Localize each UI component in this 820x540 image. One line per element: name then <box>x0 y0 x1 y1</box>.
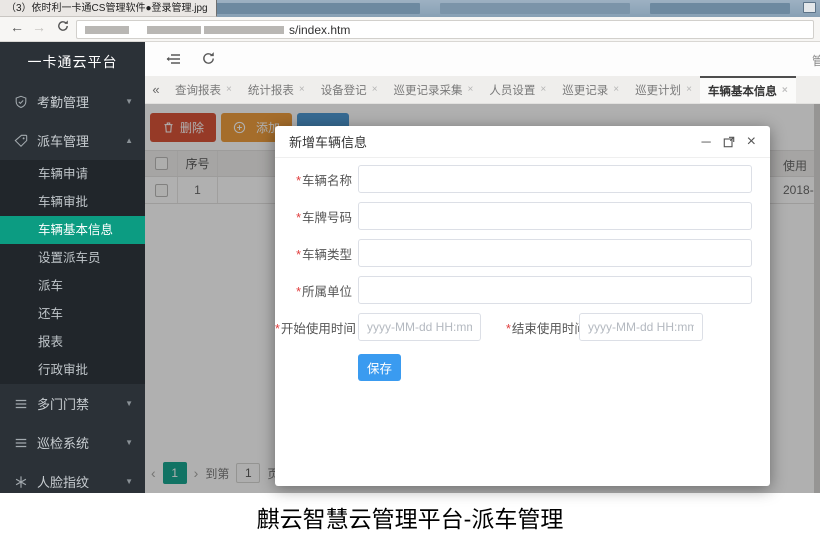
close-icon[interactable]: × <box>226 84 232 95</box>
sidebar-item-label: 考勤管理 <box>37 92 89 111</box>
vehicle-name-label: *车辆名称 <box>275 170 358 189</box>
back-icon[interactable]: ← <box>8 19 26 35</box>
start-time-input[interactable] <box>358 313 481 341</box>
chevron-down-icon: ▼ <box>125 438 133 447</box>
window-control-icon[interactable] <box>803 2 816 13</box>
list-icon <box>14 397 28 411</box>
submenu-vehicle-basic-info[interactable]: 车辆基本信息 <box>0 216 145 244</box>
forward-icon[interactable]: → <box>30 19 48 35</box>
shield-check-icon <box>14 95 28 109</box>
submenu-vehicle-apply[interactable]: 车辆申请 <box>0 160 145 188</box>
close-icon[interactable]: × <box>299 84 305 95</box>
redacted-block <box>204 26 284 34</box>
maximize-icon[interactable] <box>723 136 735 148</box>
tabs-collapse-icon[interactable]: « <box>145 76 167 103</box>
end-time-input[interactable] <box>579 313 703 341</box>
tab-device-register[interactable]: 设备登记 × <box>313 76 386 103</box>
sidebar-item-door-access[interactable]: 多门门禁 ▼ <box>0 384 145 423</box>
submenu-report[interactable]: 报表 <box>0 328 145 356</box>
submenu-dispatch[interactable]: 派车 <box>0 272 145 300</box>
screen: （3）依时利一卡通CS管理软件●登录管理.jpg ← → s/index.htm… <box>0 0 820 540</box>
redacted-block <box>85 26 129 34</box>
start-time-label: *开始使用时间 <box>275 318 358 337</box>
app-window: 一卡通云平台 考勤管理 ▼ 派车管理 ▲ 车辆申请 车辆审批 车辆基本信息 设置 <box>0 42 820 493</box>
submenu-set-dispatcher[interactable]: 设置派车员 <box>0 244 145 272</box>
chevron-down-icon: ▼ <box>125 477 133 486</box>
chevron-down-icon: ▼ <box>125 97 133 106</box>
submenu-return-vehicle[interactable]: 还车 <box>0 300 145 328</box>
tag-icon <box>14 134 28 148</box>
tab-personnel-settings[interactable]: 人员设置 × <box>481 76 554 103</box>
url-text: s/index.htm <box>289 23 350 37</box>
add-vehicle-modal: 新增车辆信息 ─ × *车辆名称 *车牌号码 <box>275 126 770 486</box>
sidebar-item-label: 多门门禁 <box>37 394 89 413</box>
close-icon[interactable]: × <box>782 85 788 96</box>
list-icon <box>14 436 28 450</box>
browser-titlebar: （3）依时利一卡通CS管理软件●登录管理.jpg <box>0 0 820 17</box>
tab-query-report[interactable]: 查询报表 × <box>167 76 240 103</box>
modal-header: 新增车辆信息 ─ × <box>275 126 770 158</box>
close-icon[interactable]: × <box>686 84 692 95</box>
close-icon[interactable]: × <box>613 84 619 95</box>
platform-title: 一卡通云平台 <box>0 42 145 82</box>
browser-tab[interactable]: （3）依时利一卡通CS管理软件●登录管理.jpg <box>0 0 217 17</box>
app-toolbar: 管 <box>145 42 820 76</box>
tab-patrol-record[interactable]: 巡更记录 × <box>554 76 627 103</box>
tab-bar: « 查询报表 × 统计报表 × 设备登记 × 巡更记录采集 × <box>145 76 820 104</box>
redacted-block <box>147 26 201 34</box>
owning-unit-label: *所属单位 <box>275 281 358 300</box>
app-refresh-icon[interactable] <box>201 51 217 67</box>
close-icon[interactable]: × <box>747 134 756 150</box>
menu-fold-icon[interactable] <box>165 51 181 67</box>
sidebar-item-face-fingerprint[interactable]: 人脸指纹 ▼ <box>0 462 145 493</box>
modal-body: *车辆名称 *车牌号码 *车辆类型 *所属单位 *开始使用时间 <box>275 158 770 381</box>
chevron-down-icon: ▼ <box>125 399 133 408</box>
submenu-admin-approval[interactable]: 行政审批 <box>0 356 145 384</box>
chevron-up-icon: ▲ <box>125 136 133 145</box>
url-bar[interactable]: s/index.htm <box>76 20 814 39</box>
sidebar-item-inspection[interactable]: 巡检系统 ▼ <box>0 423 145 462</box>
asterisk-icon <box>14 475 28 489</box>
close-icon[interactable]: × <box>372 84 378 95</box>
tab-vehicle-basic-info[interactable]: 车辆基本信息 × <box>700 76 796 103</box>
browser-refresh-icon[interactable] <box>54 19 72 36</box>
tab-stats-report[interactable]: 统计报表 × <box>240 76 313 103</box>
browser-tab-title: （3）依时利一卡通CS管理软件●登录管理.jpg <box>6 3 208 14</box>
tab-patrol-plan[interactable]: 巡更计划 × <box>627 76 700 103</box>
sidebar-item-dispatch[interactable]: 派车管理 ▲ <box>0 121 145 160</box>
sidebar-item-label: 派车管理 <box>37 131 89 150</box>
vehicle-name-input[interactable] <box>358 165 752 193</box>
tab-patrol-record-collect[interactable]: 巡更记录采集 × <box>386 76 482 103</box>
close-icon[interactable]: × <box>540 84 546 95</box>
vehicle-type-label: *车辆类型 <box>275 244 358 263</box>
sidebar-item-label: 巡检系统 <box>37 433 89 452</box>
page-caption: 麒云智慧云管理平台-派车管理 <box>0 493 820 540</box>
minimize-icon[interactable]: ─ <box>701 135 710 148</box>
modal-controls: ─ × <box>701 134 756 150</box>
owning-unit-input[interactable] <box>358 276 752 304</box>
plate-number-label: *车牌号码 <box>275 207 358 226</box>
clipped-user-glyph: 管 <box>812 52 820 69</box>
close-icon[interactable]: × <box>468 84 474 95</box>
redacted-block <box>650 3 790 14</box>
dispatch-submenu: 车辆申请 车辆审批 车辆基本信息 设置派车员 派车 还车 报表 行政审批 <box>0 160 145 384</box>
plate-number-input[interactable] <box>358 202 752 230</box>
end-time-label: *结束使用时间 <box>506 318 579 337</box>
redacted-block <box>440 3 630 14</box>
sidebar-item-attendance[interactable]: 考勤管理 ▼ <box>0 82 145 121</box>
sidebar: 一卡通云平台 考勤管理 ▼ 派车管理 ▲ 车辆申请 车辆审批 车辆基本信息 设置 <box>0 42 145 493</box>
submenu-vehicle-approve[interactable]: 车辆审批 <box>0 188 145 216</box>
browser-toolbar: ← → s/index.htm <box>0 17 820 42</box>
save-button[interactable]: 保存 <box>358 354 401 381</box>
vehicle-type-input[interactable] <box>358 239 752 267</box>
modal-title: 新增车辆信息 <box>289 132 367 151</box>
sidebar-item-label: 人脸指纹 <box>37 472 89 491</box>
